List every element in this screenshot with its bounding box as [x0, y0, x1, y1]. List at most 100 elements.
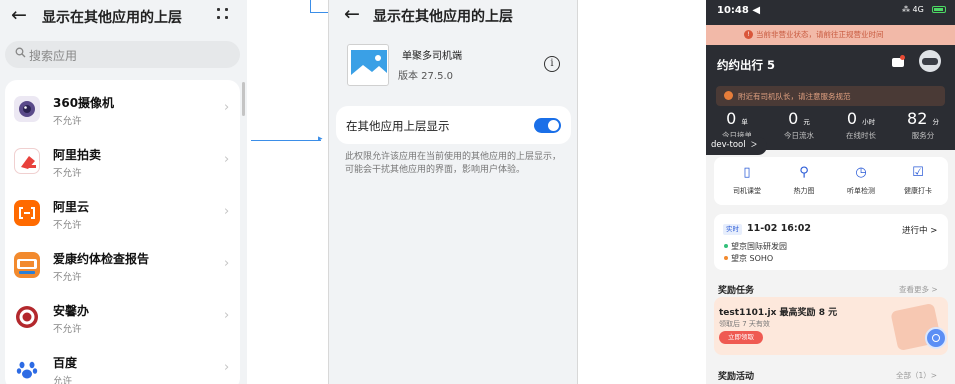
app-name: 安馨办: [53, 304, 90, 318]
book-icon: ▯: [743, 165, 751, 180]
origin-dot-icon: [724, 244, 728, 248]
search-input[interactable]: 搜索应用: [5, 41, 240, 68]
overlay-permission-card: 在其他应用上层显示: [336, 106, 571, 144]
tool-label: 热力图: [793, 187, 815, 195]
tool-heatmap[interactable]: ⚲ 热力图: [779, 165, 829, 201]
map-pin-icon: ⚲: [799, 165, 809, 180]
tool-label: 司机课堂: [733, 187, 761, 195]
shield-app-icon: [14, 304, 40, 330]
app-list-header: ← 显示在其他应用的上层: [0, 0, 247, 34]
app-status: 不允许: [53, 272, 82, 283]
permission-description: 此权限允许该应用在当前使用的其他应用的上层显示，可能会干扰其他应用的界面，影响用…: [345, 152, 562, 175]
stat-revenue[interactable]: 0 元 今日流水: [768, 109, 830, 140]
flow-arrow-icon: ▸: [318, 134, 323, 144]
flow-connector-line: [310, 0, 311, 12]
app-status: 不允许: [53, 116, 82, 127]
permission-detail-screen: ← 显示在其他应用的上层 单聚多司机端 版本 27.5.0 i 在其他应用上层显…: [328, 0, 578, 384]
order-type-badge: 实时: [723, 224, 742, 235]
destination-dot-icon: [724, 256, 728, 260]
tool-order-check[interactable]: ◷ 听单检测: [836, 165, 886, 201]
screenshot-canvas: ← 显示在其他应用的上层 搜索应用 360摄像机 不允许 › 阿里拍卖 不允许 …: [0, 0, 955, 384]
app-placeholder-image-icon: [347, 44, 389, 86]
stat-label: 今日流水: [784, 131, 814, 140]
order-destination: 望京 SOHO: [731, 254, 774, 263]
clock-icon: ◷: [855, 165, 867, 180]
reward-section-title: 奖励任务: [718, 286, 755, 296]
checklist-icon: ☑: [912, 165, 924, 180]
search-placeholder: 搜索应用: [29, 49, 78, 63]
chevron-right-icon: ᐳ: [751, 140, 757, 149]
camera-app-icon: [14, 96, 40, 122]
tool-label: 听单检测: [847, 187, 875, 195]
order-time: 11-02 16:02: [747, 223, 811, 234]
dev-tool-label: dev-tool: [711, 140, 746, 150]
back-arrow-icon[interactable]: ←: [344, 3, 360, 25]
chevron-right-icon: ›: [224, 256, 230, 271]
car-avatar[interactable]: [919, 50, 941, 72]
chevron-right-icon: ›: [224, 308, 230, 323]
battery-icon: [932, 6, 946, 13]
back-arrow-icon[interactable]: ←: [11, 4, 27, 26]
floating-action-icon[interactable]: [925, 327, 947, 349]
claim-reward-button[interactable]: 立即领取: [719, 331, 763, 344]
reward-subtitle: 领取后 7 天有效: [719, 320, 770, 328]
activity-section-title: 奖励活动: [718, 372, 755, 382]
stat-value: 82: [907, 109, 928, 128]
notice-banner[interactable]: ! 当前非营业状态，请前往正规营业时间: [706, 25, 955, 45]
driver-app-screen: 10:48 ◀ ⁂ 4G ! 当前非营业状态，请前往正规营业时间 约约出行 5 …: [706, 0, 955, 384]
chevron-right-icon: ›: [224, 152, 230, 167]
stat-orders[interactable]: 0 单 今日接单: [706, 109, 768, 140]
dev-tool-button[interactable]: dev-tool ᐳ: [706, 137, 767, 155]
cloud-app-icon: [14, 200, 40, 226]
stat-label: 服务分: [911, 131, 935, 140]
list-item-ali-cloud[interactable]: 阿里云 不允许 ›: [5, 188, 240, 240]
search-icon: [15, 47, 26, 61]
current-order-card[interactable]: 实时 11-02 16:02 进行中 > 望京国际研发园 望京 SOHO: [714, 214, 948, 270]
app-name: 360摄像机: [53, 96, 115, 110]
stat-value: 0: [788, 109, 799, 128]
app-name: 阿里拍卖: [53, 148, 102, 162]
activity-more-link[interactable]: 全部（1）>: [896, 370, 937, 381]
message-icon[interactable]: [892, 55, 905, 67]
app-name: 爱康约体检查报告: [53, 252, 150, 266]
status-bar-signal: ⁂ 4G: [902, 5, 924, 14]
more-options-icon[interactable]: [217, 8, 229, 20]
stat-unit: 小时: [862, 118, 876, 126]
overlay-permission-toggle[interactable]: [534, 118, 561, 133]
baidu-paw-icon: [14, 356, 40, 382]
stat-online-hours[interactable]: 0 小时 在线时长: [830, 109, 892, 140]
reward-task-card[interactable]: test1101.jx 最高奖励 8 元 领取后 7 天有效 立即领取: [714, 297, 948, 355]
tip-text: 附近有司机队长，请注意服务规范: [738, 92, 851, 101]
tool-health-checkin[interactable]: ☑ 健康打卡: [893, 165, 943, 201]
reward-more-link[interactable]: 查看更多 >: [899, 284, 938, 295]
stat-unit: 单: [741, 118, 748, 126]
auction-app-icon: [14, 148, 40, 174]
list-item-ikang-report[interactable]: 爱康约体检查报告 不允许 ›: [5, 240, 240, 292]
app-list: 360摄像机 不允许 › 阿里拍卖 不允许 › 阿里云 不允许 › 爱康约体检查…: [5, 80, 240, 384]
tip-banner[interactable]: 附近有司机队长，请注意服务规范: [716, 86, 945, 106]
alert-icon: !: [744, 30, 753, 39]
tool-grid: ▯ 司机课堂 ⚲ 热力图 ◷ 听单检测 ☑ 健康打卡: [714, 157, 948, 205]
list-item-anxinban[interactable]: 安馨办 不允许 ›: [5, 292, 240, 344]
chevron-right-icon: ›: [224, 360, 230, 375]
list-scrollbar[interactable]: [242, 82, 245, 116]
app-status: 不允许: [53, 324, 82, 335]
health-check-app-icon: [14, 252, 40, 278]
app-version: 版本 27.5.0: [398, 71, 453, 82]
list-item-baidu[interactable]: 百度 允许 ›: [5, 344, 240, 384]
order-origin: 望京国际研发园: [731, 242, 787, 251]
stat-service-score[interactable]: 82 分 服务分: [892, 109, 954, 140]
stat-value: 0: [846, 109, 858, 128]
stat-unit: 分: [932, 118, 939, 126]
list-item-ali-auction[interactable]: 阿里拍卖 不允许 ›: [5, 136, 240, 188]
tool-label: 健康打卡: [904, 187, 932, 195]
order-status[interactable]: 进行中 >: [902, 224, 937, 236]
tool-driver-class[interactable]: ▯ 司机课堂: [722, 165, 772, 201]
stat-label: 在线时长: [846, 131, 876, 140]
brand-title: 约约出行 5: [717, 58, 776, 72]
list-item-360-camera[interactable]: 360摄像机 不允许 ›: [5, 84, 240, 136]
app-name: 百度: [53, 356, 78, 370]
overlay-toggle-label: 在其他应用上层显示: [346, 119, 450, 133]
toggle-knob: [548, 120, 559, 131]
info-icon[interactable]: i: [544, 56, 560, 72]
